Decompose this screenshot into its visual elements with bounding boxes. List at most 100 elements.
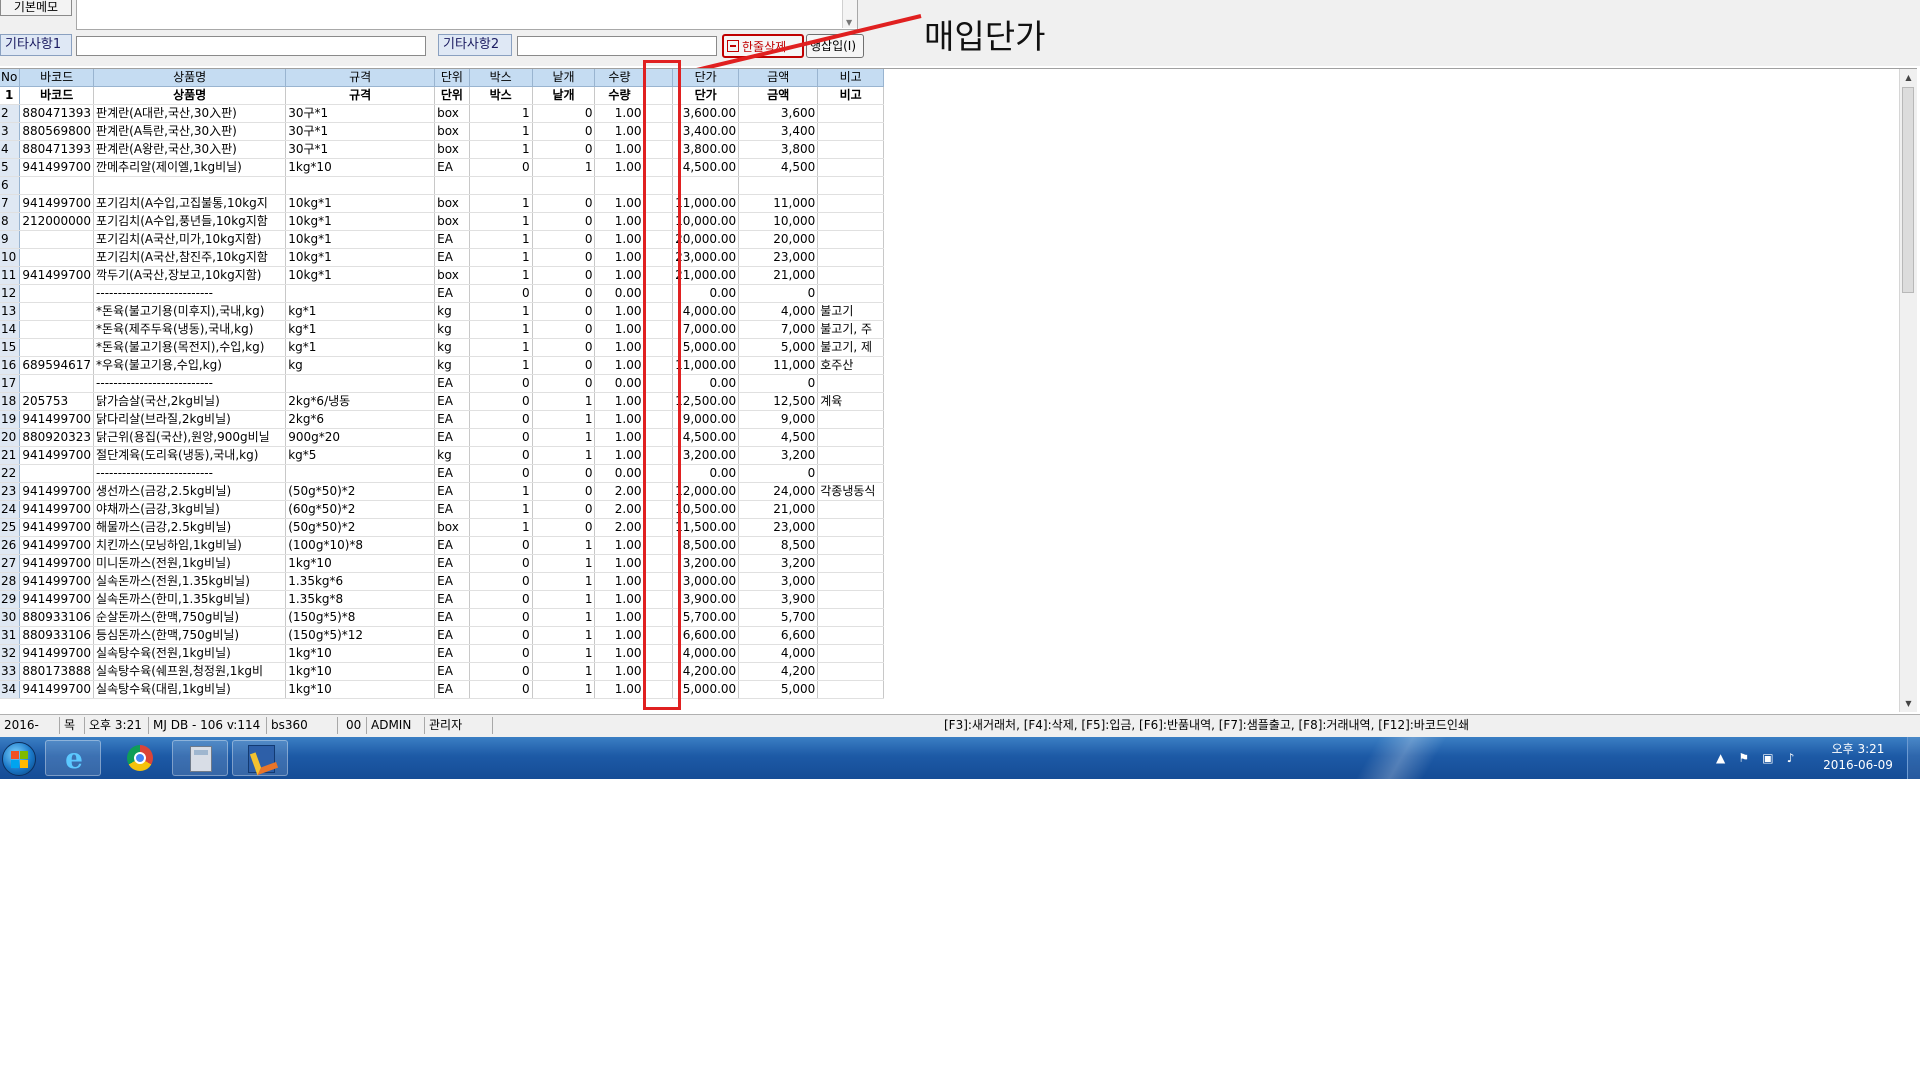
cell-barcode[interactable]: 941499700 [19, 158, 95, 177]
table-row[interactable]: 34 941499700 실속탕수육(대림,1kg비닐) 1kg*10 EA 0 1 1.00… [0, 680, 884, 699]
cell-barcode[interactable]: 941499700 [19, 680, 95, 699]
cell-price[interactable]: 10,000.00 [672, 212, 740, 231]
cell-qty[interactable]: 1.00 [594, 140, 645, 159]
cell-spec[interactable]: (150g*5)*8 [285, 608, 436, 627]
cell-box[interactable]: 1 [469, 518, 533, 537]
cell-box[interactable]: 1 [469, 320, 533, 339]
cell-blank[interactable] [643, 590, 674, 609]
memo-textarea[interactable]: ▼ [76, 0, 858, 30]
cell-product[interactable]: 깐메추리알(제이엘,1kg비닐) [93, 158, 287, 177]
cell-barcode[interactable] [19, 338, 95, 357]
cell-spec[interactable]: (150g*5)*12 [285, 626, 436, 645]
cell-product[interactable]: 포기김치(A수입,풍년들,10kg지함 [93, 212, 287, 231]
cell-no[interactable]: 14 [0, 320, 21, 339]
cell-spec[interactable]: 2kg*6 [285, 410, 436, 429]
cell-qty[interactable]: 1.00 [594, 158, 645, 177]
cell-barcode[interactable]: 880471393 [19, 140, 95, 159]
cell-box[interactable]: 1 [469, 266, 533, 285]
cell-qty[interactable]: 2.00 [594, 518, 645, 537]
cell-product[interactable]: 야채까스(금강,3kg비닐) [93, 500, 287, 519]
cell-note[interactable]: 비고 [817, 86, 884, 105]
cell-note[interactable] [817, 590, 884, 609]
grid-vertical-scrollbar[interactable]: ▲ ▼ [1899, 69, 1917, 712]
cell-amount[interactable]: 0 [738, 464, 819, 483]
cell-spec[interactable]: 30구*1 [285, 122, 436, 141]
cell-unit[interactable]: box [434, 194, 470, 213]
cell-barcode[interactable]: 941499700 [19, 446, 95, 465]
cell-price[interactable]: 단가 [672, 69, 740, 87]
cell-product[interactable]: 실속돈까스(한미,1.35kg비닐) [93, 590, 287, 609]
cell-price[interactable]: 3,400.00 [672, 122, 740, 141]
table-header-row[interactable]: No 바코드 상품명 규격 단위 박스 낱개 수량 단가 금액 비고 [0, 69, 884, 87]
cell-no[interactable]: 17 [0, 374, 21, 393]
cell-blank[interactable] [643, 122, 674, 141]
cell-amount[interactable]: 21,000 [738, 500, 819, 519]
cell-product[interactable]: 판계란(A대란,국산,30入판) [93, 104, 287, 123]
cell-barcode[interactable]: 880933106 [19, 608, 95, 627]
cell-box[interactable]: 박스 [469, 69, 533, 87]
table-row[interactable]: 33 880173888 실속탕수육(쉐프원,청정원,1kg비 1kg*10 EA 0 1 1… [0, 662, 884, 681]
cell-note[interactable] [817, 680, 884, 699]
cell-unit[interactable]: box [434, 212, 470, 231]
cell-note[interactable] [817, 104, 884, 123]
taskbar-erp-button[interactable] [232, 740, 288, 776]
cell-barcode[interactable]: 689594617 [19, 356, 95, 375]
cell-product[interactable]: *돈육(제주두육(냉동),국내,kg) [93, 320, 287, 339]
delete-row-button[interactable]: 한줄삭제 [722, 34, 804, 58]
cell-amount[interactable]: 20,000 [738, 230, 819, 249]
scroll-up-icon[interactable]: ▲ [1900, 69, 1917, 86]
cell-unit[interactable]: EA [434, 410, 470, 429]
cell-price[interactable]: 단가 [672, 86, 740, 105]
cell-qty[interactable]: 1.00 [594, 446, 645, 465]
cell-no[interactable]: 31 [0, 626, 21, 645]
cell-piece[interactable]: 1 [532, 680, 596, 699]
cell-box[interactable]: 1 [469, 248, 533, 267]
cell-spec[interactable]: 2kg*6/냉동 [285, 392, 436, 411]
cell-no[interactable]: 26 [0, 536, 21, 555]
cell-piece[interactable]: 1 [532, 662, 596, 681]
table-row[interactable]: 13 *돈육(불고기용(미후지),국내,kg) kg*1 kg 1 0 1.00 4,000.… [0, 302, 884, 321]
cell-amount[interactable]: 금액 [738, 69, 819, 87]
table-row[interactable]: 28 941499700 실속돈까스(전원,1.35kg비닐) 1.35kg*6 EA 0… [0, 572, 884, 591]
cell-spec[interactable]: kg*1 [285, 320, 436, 339]
cell-price[interactable]: 4,500.00 [672, 428, 740, 447]
cell-spec[interactable]: (60g*50)*2 [285, 500, 436, 519]
cell-piece[interactable]: 0 [532, 104, 596, 123]
cell-note[interactable] [817, 266, 884, 285]
flag-icon[interactable]: ⚑ [1738, 751, 1749, 765]
scroll-down-icon[interactable]: ▼ [846, 18, 852, 27]
cell-no[interactable]: 7 [0, 194, 21, 213]
cell-qty[interactable]: 1.00 [594, 590, 645, 609]
cell-barcode[interactable]: 880471393 [19, 104, 95, 123]
cell-product[interactable]: 실속돈까스(전원,1.35kg비닐) [93, 572, 287, 591]
cell-product[interactable]: 포기김치(A국산,참진주,10kg지함 [93, 248, 287, 267]
cell-no[interactable]: 1 [0, 86, 21, 105]
table-row[interactable]: 12 --------------------------- EA 0 0 0.00 0.0… [0, 284, 884, 303]
cell-spec[interactable] [285, 176, 436, 195]
cell-blank[interactable] [643, 248, 674, 267]
cell-spec[interactable]: 10kg*1 [285, 230, 436, 249]
cell-unit[interactable]: EA [434, 284, 470, 303]
cell-spec[interactable]: (100g*10)*8 [285, 536, 436, 555]
table-row[interactable]: 2 880471393 판계란(A대란,국산,30入판) 30구*1 box 1 0 1.00… [0, 104, 884, 123]
cell-note[interactable] [817, 644, 884, 663]
cell-no[interactable]: 4 [0, 140, 21, 159]
cell-unit[interactable]: EA [434, 554, 470, 573]
cell-blank[interactable] [643, 428, 674, 447]
cell-qty[interactable]: 1.00 [594, 230, 645, 249]
cell-blank[interactable] [643, 464, 674, 483]
cell-box[interactable]: 1 [469, 338, 533, 357]
cell-product[interactable]: 해물까스(금강,2.5kg비닐) [93, 518, 287, 537]
cell-piece[interactable]: 0 [532, 194, 596, 213]
cell-spec[interactable]: 30구*1 [285, 104, 436, 123]
table-row[interactable]: 7 941499700 포기김치(A수입,고집불통,10kg지 10kg*1 box 1 0… [0, 194, 884, 213]
tray-expand-icon[interactable]: ▲ [1716, 751, 1725, 765]
cell-barcode[interactable]: 바코드 [19, 69, 95, 87]
cell-amount[interactable]: 5,000 [738, 338, 819, 357]
cell-unit[interactable]: EA [434, 428, 470, 447]
cell-spec[interactable]: 900g*20 [285, 428, 436, 447]
cell-price[interactable]: 0.00 [672, 464, 740, 483]
cell-product[interactable]: 판계란(A왕란,국산,30入판) [93, 140, 287, 159]
cell-price[interactable]: 10,500.00 [672, 500, 740, 519]
table-row[interactable]: 11 941499700 깍두기(A국산,장보고,10kg지함) 10kg*1 box 1… [0, 266, 884, 285]
